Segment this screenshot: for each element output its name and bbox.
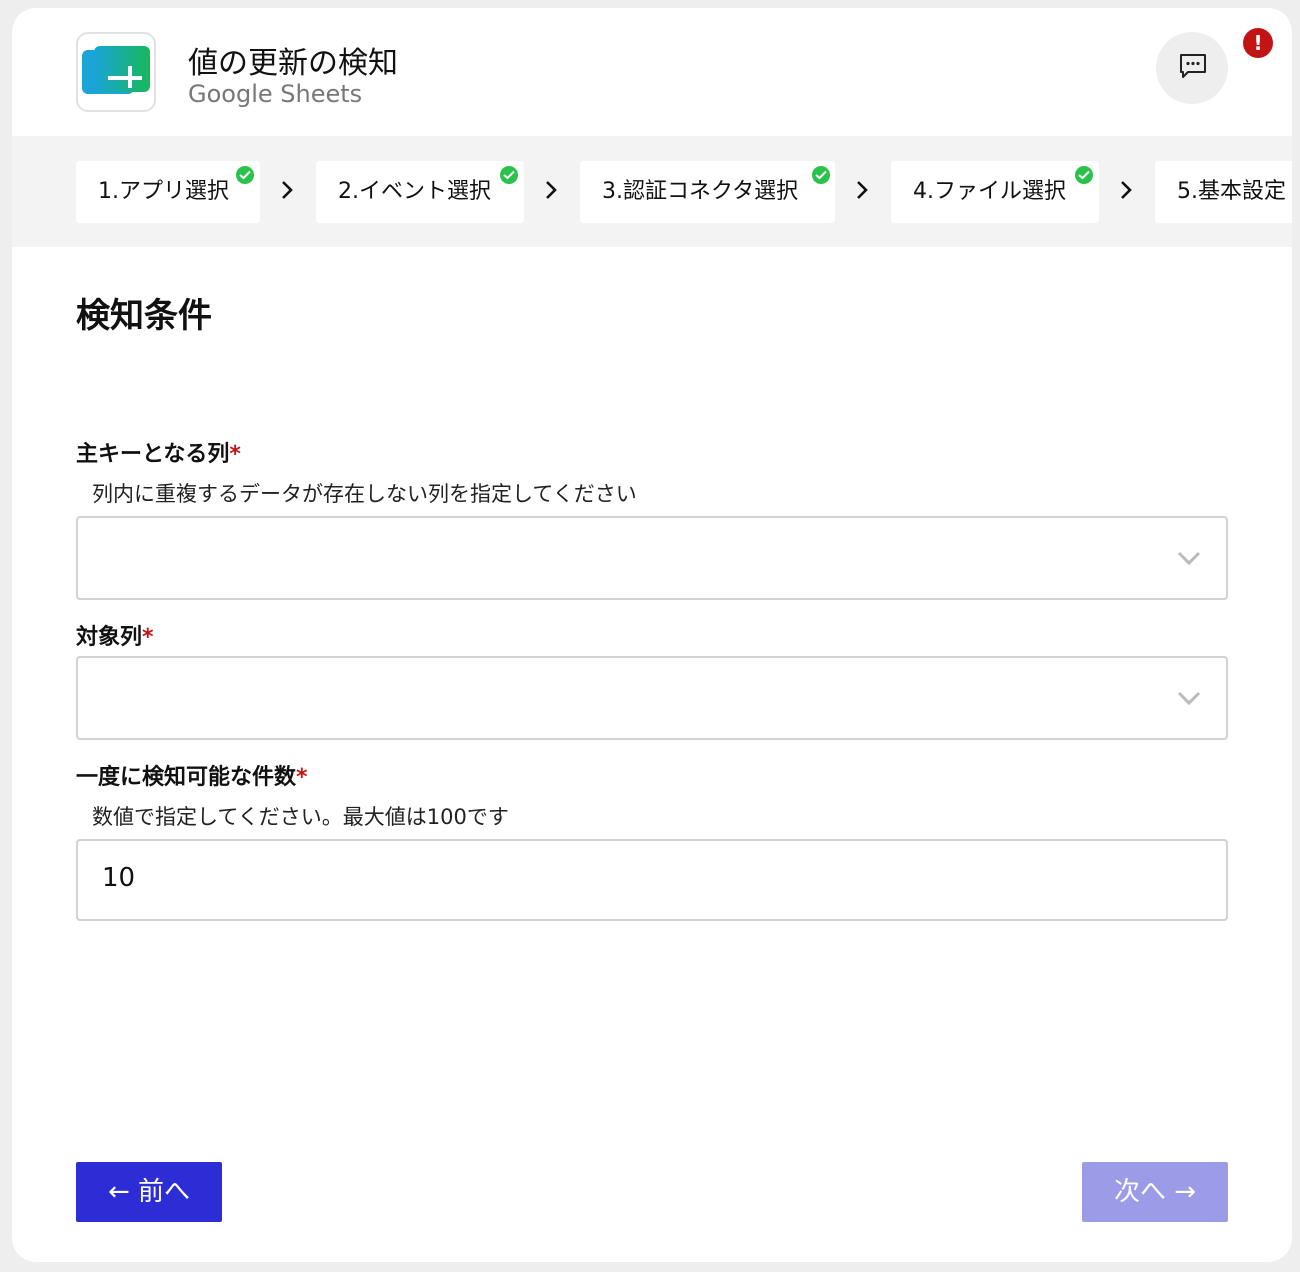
required-mark: *	[229, 442, 241, 467]
chevron-down-icon	[1177, 551, 1201, 566]
chevron-down-icon	[1177, 691, 1201, 706]
check-icon	[812, 166, 830, 184]
trigger-settings-card: 値の更新の検知 Google Sheets ! 1.アプリ選択 2.イベント選択	[12, 8, 1292, 1262]
section-title: 検知条件	[76, 296, 212, 336]
required-mark: *	[142, 625, 154, 650]
check-icon	[1075, 166, 1093, 184]
batch-count-label: 一度に検知可能な件数*	[76, 765, 308, 790]
batch-count-value: 10	[102, 863, 136, 893]
step-event-select[interactable]: 2.イベント選択	[316, 161, 524, 223]
step-app-select[interactable]: 1.アプリ選択	[76, 161, 260, 223]
primary-key-select[interactable]	[76, 516, 1228, 600]
step-label: 3.認証コネクタ選択	[602, 179, 799, 204]
required-mark: *	[296, 765, 308, 790]
page-title: 値の更新の検知	[188, 46, 398, 81]
target-column-select[interactable]	[76, 656, 1228, 740]
check-icon	[500, 166, 518, 184]
step-label: 5.基本設定	[1177, 179, 1286, 204]
primary-key-hint: 列内に重複するデータが存在しない列を指定してください	[92, 482, 637, 506]
primary-key-label: 主キーとなる列*	[76, 442, 241, 467]
header: 値の更新の検知 Google Sheets !	[12, 8, 1292, 136]
chat-bubble-icon	[1180, 54, 1206, 78]
app-name: Google Sheets	[188, 80, 363, 108]
prev-button[interactable]: ← 前へ	[76, 1162, 222, 1222]
batch-count-hint: 数値で指定してください。最大値は100です	[92, 805, 509, 829]
chevron-right-icon	[857, 181, 868, 199]
step-connector-select[interactable]: 3.認証コネクタ選択	[580, 161, 835, 223]
chevron-right-icon	[1121, 181, 1132, 199]
chat-button[interactable]	[1156, 32, 1228, 104]
step-label: 4.ファイル選択	[913, 179, 1066, 204]
batch-count-input[interactable]: 10	[76, 839, 1228, 921]
step-file-select[interactable]: 4.ファイル選択	[891, 161, 1099, 223]
google-sheets-icon	[76, 32, 156, 112]
alert-badge[interactable]: !	[1243, 28, 1273, 58]
step-basic-settings[interactable]: 5.基本設定	[1155, 161, 1292, 223]
chevron-right-icon	[282, 181, 293, 199]
next-button[interactable]: 次へ →	[1082, 1162, 1228, 1222]
chevron-right-icon	[546, 181, 557, 199]
step-navigation: 1.アプリ選択 2.イベント選択 3.認証コネクタ選択 4.ファイル選択 5.基…	[12, 136, 1292, 247]
step-label: 1.アプリ選択	[98, 179, 229, 204]
target-column-label: 対象列*	[76, 625, 154, 650]
check-icon	[236, 166, 254, 184]
step-label: 2.イベント選択	[338, 179, 491, 204]
